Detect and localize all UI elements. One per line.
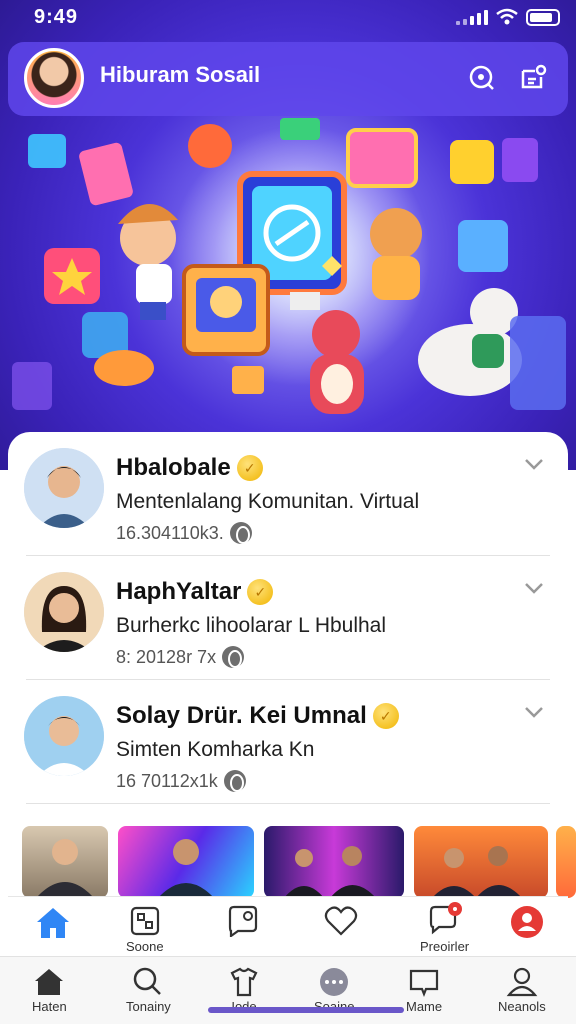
signal-icon (456, 9, 488, 25)
search-button[interactable] (464, 60, 500, 96)
author-name: HaphYaltar (116, 578, 242, 605)
media-thumbnail[interactable] (22, 826, 108, 898)
bottom-navigation: Haten Tonainy Iode Soaine Mame Neanols (0, 956, 576, 1024)
nav-item-search[interactable]: Tonainy (126, 967, 171, 1014)
wifi-icon (496, 8, 518, 25)
search-icon (469, 65, 494, 90)
tab-scan[interactable]: Soone (126, 905, 164, 954)
post-author: Hbalobale ✓ (116, 454, 263, 482)
tab-chat[interactable] (226, 905, 260, 937)
divider (26, 803, 550, 804)
tab-notifications[interactable]: Preoirler (420, 901, 469, 954)
home-indicator[interactable] (208, 1007, 404, 1013)
author-name: Solay Drür. Kei Umnal (116, 702, 367, 729)
verified-icon: ✓ (236, 455, 263, 481)
nav-item-home[interactable]: Haten (32, 967, 67, 1014)
chevron-down-icon[interactable] (522, 452, 546, 476)
author-name: Hbalobale (116, 454, 231, 481)
chat-bubble-icon (228, 905, 258, 937)
tab-label: Preoirler (420, 939, 470, 954)
media-thumbnail[interactable] (414, 826, 548, 898)
globe-icon (222, 646, 245, 668)
list-item[interactable]: Solay Drür. Kei Umnal ✓ Simten Komharka … (8, 680, 568, 804)
avatar (24, 572, 104, 652)
avatar (24, 696, 104, 776)
nav-label: Mame (406, 999, 443, 1014)
media-thumbnail[interactable] (118, 826, 254, 898)
post-stats: 16.304110k3. (116, 522, 224, 543)
page-title: Hiburam Sosail (100, 62, 261, 87)
app-header: Hiburam Sosail (8, 42, 568, 116)
chevron-down-icon[interactable] (522, 700, 546, 724)
message-icon (409, 969, 439, 997)
chat-user-button[interactable] (516, 60, 552, 96)
status-bar: 9:49 (0, 0, 576, 36)
post-subtitle: Simten Komharka Kn (116, 738, 315, 761)
post-subtitle: Mentenlalang Komunitan. Virtual (116, 490, 420, 513)
nav-label: Haten (32, 999, 67, 1014)
post-meta: 16.304110k3. (116, 522, 252, 544)
more-icon (320, 968, 349, 996)
shirt-icon (230, 967, 258, 997)
status-time: 9:49 (34, 6, 79, 28)
globe-icon (229, 522, 252, 544)
profile-red-icon (511, 906, 543, 938)
post-meta: 8: 20128r 7x (116, 646, 245, 668)
search-icon (134, 967, 162, 995)
notification-icon (429, 902, 462, 935)
globe-icon (223, 770, 246, 792)
tab-home[interactable] (34, 905, 72, 941)
home-icon (37, 908, 69, 938)
post-author: HaphYaltar ✓ (116, 578, 274, 606)
user-icon (506, 967, 538, 997)
list-item[interactable]: Hbalobale ✓ Mentenlalang Komunitan. Virt… (8, 432, 568, 556)
avatar (24, 448, 104, 528)
media-thumbnail[interactable] (556, 826, 576, 898)
post-subtitle: Burherkc lihoolarar L Hbulhal (116, 614, 387, 637)
house-icon (35, 969, 64, 995)
tab-label: Soone (126, 939, 164, 954)
media-thumbnail[interactable] (264, 826, 404, 898)
action-bar: Soone Preoirler (8, 896, 568, 956)
scan-icon (130, 906, 159, 936)
chevron-down-icon[interactable] (522, 576, 546, 600)
media-thumbnails (0, 826, 576, 898)
status-icons (456, 8, 560, 26)
verified-icon: ✓ (247, 579, 274, 605)
tab-profile[interactable] (510, 905, 544, 939)
list-item[interactable]: HaphYaltar ✓ Burherkc lihoolarar L Hbulh… (8, 556, 568, 680)
nav-item-account[interactable]: Neanols (498, 967, 546, 1014)
battery-icon (526, 8, 560, 26)
post-stats: 16 70112x1k (116, 770, 218, 791)
post-stats: 8: 20128r 7x (116, 646, 217, 667)
hero-illustration (12, 118, 566, 414)
post-meta: 16 70112x1k (116, 770, 246, 792)
heart-icon (324, 906, 358, 936)
tab-likes[interactable] (324, 905, 358, 937)
chat-user-icon (521, 64, 547, 89)
post-author: Solay Drür. Kei Umnal ✓ (116, 702, 399, 730)
verified-icon: ✓ (372, 703, 399, 729)
avatar[interactable] (24, 48, 84, 108)
nav-label: Neanols (498, 999, 546, 1014)
hero-banner: 9:49 Hiburam Sosail (0, 0, 576, 470)
nav-item-messages[interactable]: Mame (406, 967, 442, 1014)
nav-label: Tonainy (126, 999, 171, 1014)
